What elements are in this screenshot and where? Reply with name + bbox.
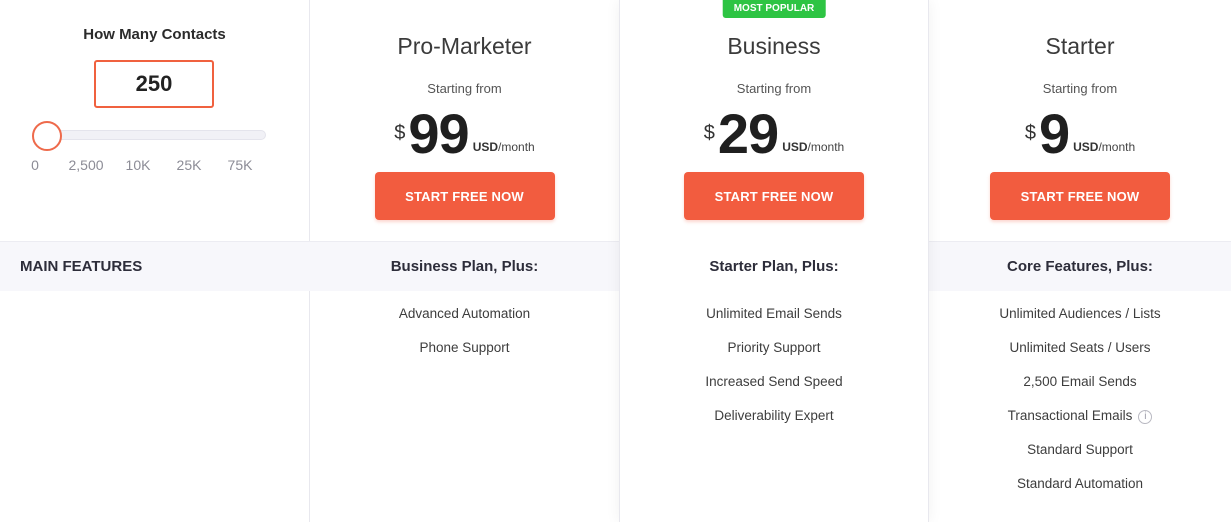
- slider-label: 0: [31, 157, 39, 173]
- contacts-title: How Many Contacts: [83, 26, 226, 43]
- feature-item: Priority Support: [727, 340, 821, 355]
- plus-heading: Business Plan, Plus:: [390, 258, 539, 275]
- feature-item-label: Transactional Emails: [1007, 408, 1133, 423]
- price-currency: $: [703, 122, 715, 144]
- price-unit: USD/month: [473, 140, 535, 154]
- price-amount: 9: [1038, 102, 1070, 165]
- feature-item: Standard Support: [1027, 442, 1133, 457]
- feature-item: Unlimited Audiences / Lists: [999, 306, 1161, 321]
- slider-labels: 0 2,500 10K 25K 75K: [24, 157, 274, 175]
- price-unit: USD/month: [1073, 140, 1135, 154]
- feature-item: Advanced Automation: [398, 306, 531, 321]
- price-currency: $: [1024, 122, 1036, 144]
- plan-price: $99 USD/month: [310, 104, 619, 164]
- feature-item-with-info: Transactional Emails i: [929, 408, 1231, 442]
- price-unit: USD/month: [782, 140, 844, 154]
- price-amount: 99: [408, 102, 469, 165]
- contacts-slider-track[interactable]: [40, 130, 266, 140]
- price-unit-currency: USD: [1073, 140, 1099, 154]
- plan-pro-marketer: Pro-Marketer Starting from $99 USD/month …: [309, 0, 619, 522]
- main-features-label: MAIN FEATURES: [20, 258, 143, 275]
- feature-item: 2,500 Email Sends: [1023, 374, 1137, 389]
- start-free-now-button[interactable]: START FREE NOW: [684, 172, 864, 220]
- feature-item: Unlimited Email Sends: [706, 306, 842, 321]
- slider-label: 75K: [227, 157, 253, 173]
- price-unit-currency: USD: [472, 140, 499, 154]
- plan-name: Starter: [1045, 33, 1115, 59]
- plan-name: Business: [727, 33, 821, 59]
- plan-price: $29 USD/month: [620, 104, 928, 164]
- feature-item: Standard Automation: [1016, 476, 1144, 491]
- start-free-now-button[interactable]: START FREE NOW: [990, 172, 1170, 220]
- starting-from-label: Starting from: [1042, 81, 1118, 96]
- feature-item: Phone Support: [419, 340, 510, 355]
- plan-business: MOST POPULAR Business Starting from $29 U…: [619, 0, 929, 522]
- plan-price: $9 USD/month: [929, 104, 1231, 164]
- info-icon[interactable]: i: [1138, 410, 1153, 424]
- start-free-now-button[interactable]: START FREE NOW: [374, 172, 555, 220]
- slider-label: 25K: [176, 157, 202, 173]
- price-unit-currency: USD: [782, 140, 808, 154]
- feature-item: Deliverability Expert: [714, 408, 834, 423]
- price-unit-period: /month: [807, 140, 845, 154]
- slider-label: 2,500: [68, 157, 104, 173]
- contacts-slider-handle[interactable]: [32, 121, 62, 151]
- price-currency: $: [394, 122, 406, 144]
- plan-starter: Starter Starting from $9 USD/month START …: [929, 0, 1231, 522]
- starting-from-label: Starting from: [736, 81, 812, 96]
- feature-item: Unlimited Seats / Users: [1009, 340, 1151, 355]
- feature-list: Unlimited Email Sends Priority Support I…: [620, 306, 928, 442]
- price-unit-period: /month: [1098, 140, 1136, 154]
- feature-list: Unlimited Audiences / Lists Unlimited Se…: [929, 306, 1231, 510]
- plan-name: Pro-Marketer: [397, 33, 532, 59]
- most-popular-badge: MOST POPULAR: [722, 0, 826, 18]
- slider-label: 10K: [125, 157, 151, 173]
- contacts-input[interactable]: [94, 60, 214, 108]
- plus-heading: Starter Plan, Plus:: [709, 258, 839, 275]
- feature-list: Advanced Automation Phone Support: [310, 306, 619, 374]
- feature-item: Increased Send Speed: [705, 374, 843, 389]
- price-amount: 29: [717, 102, 779, 165]
- plus-heading: Core Features, Plus:: [1007, 258, 1153, 275]
- starting-from-label: Starting from: [427, 81, 502, 96]
- price-unit-period: /month: [498, 140, 535, 154]
